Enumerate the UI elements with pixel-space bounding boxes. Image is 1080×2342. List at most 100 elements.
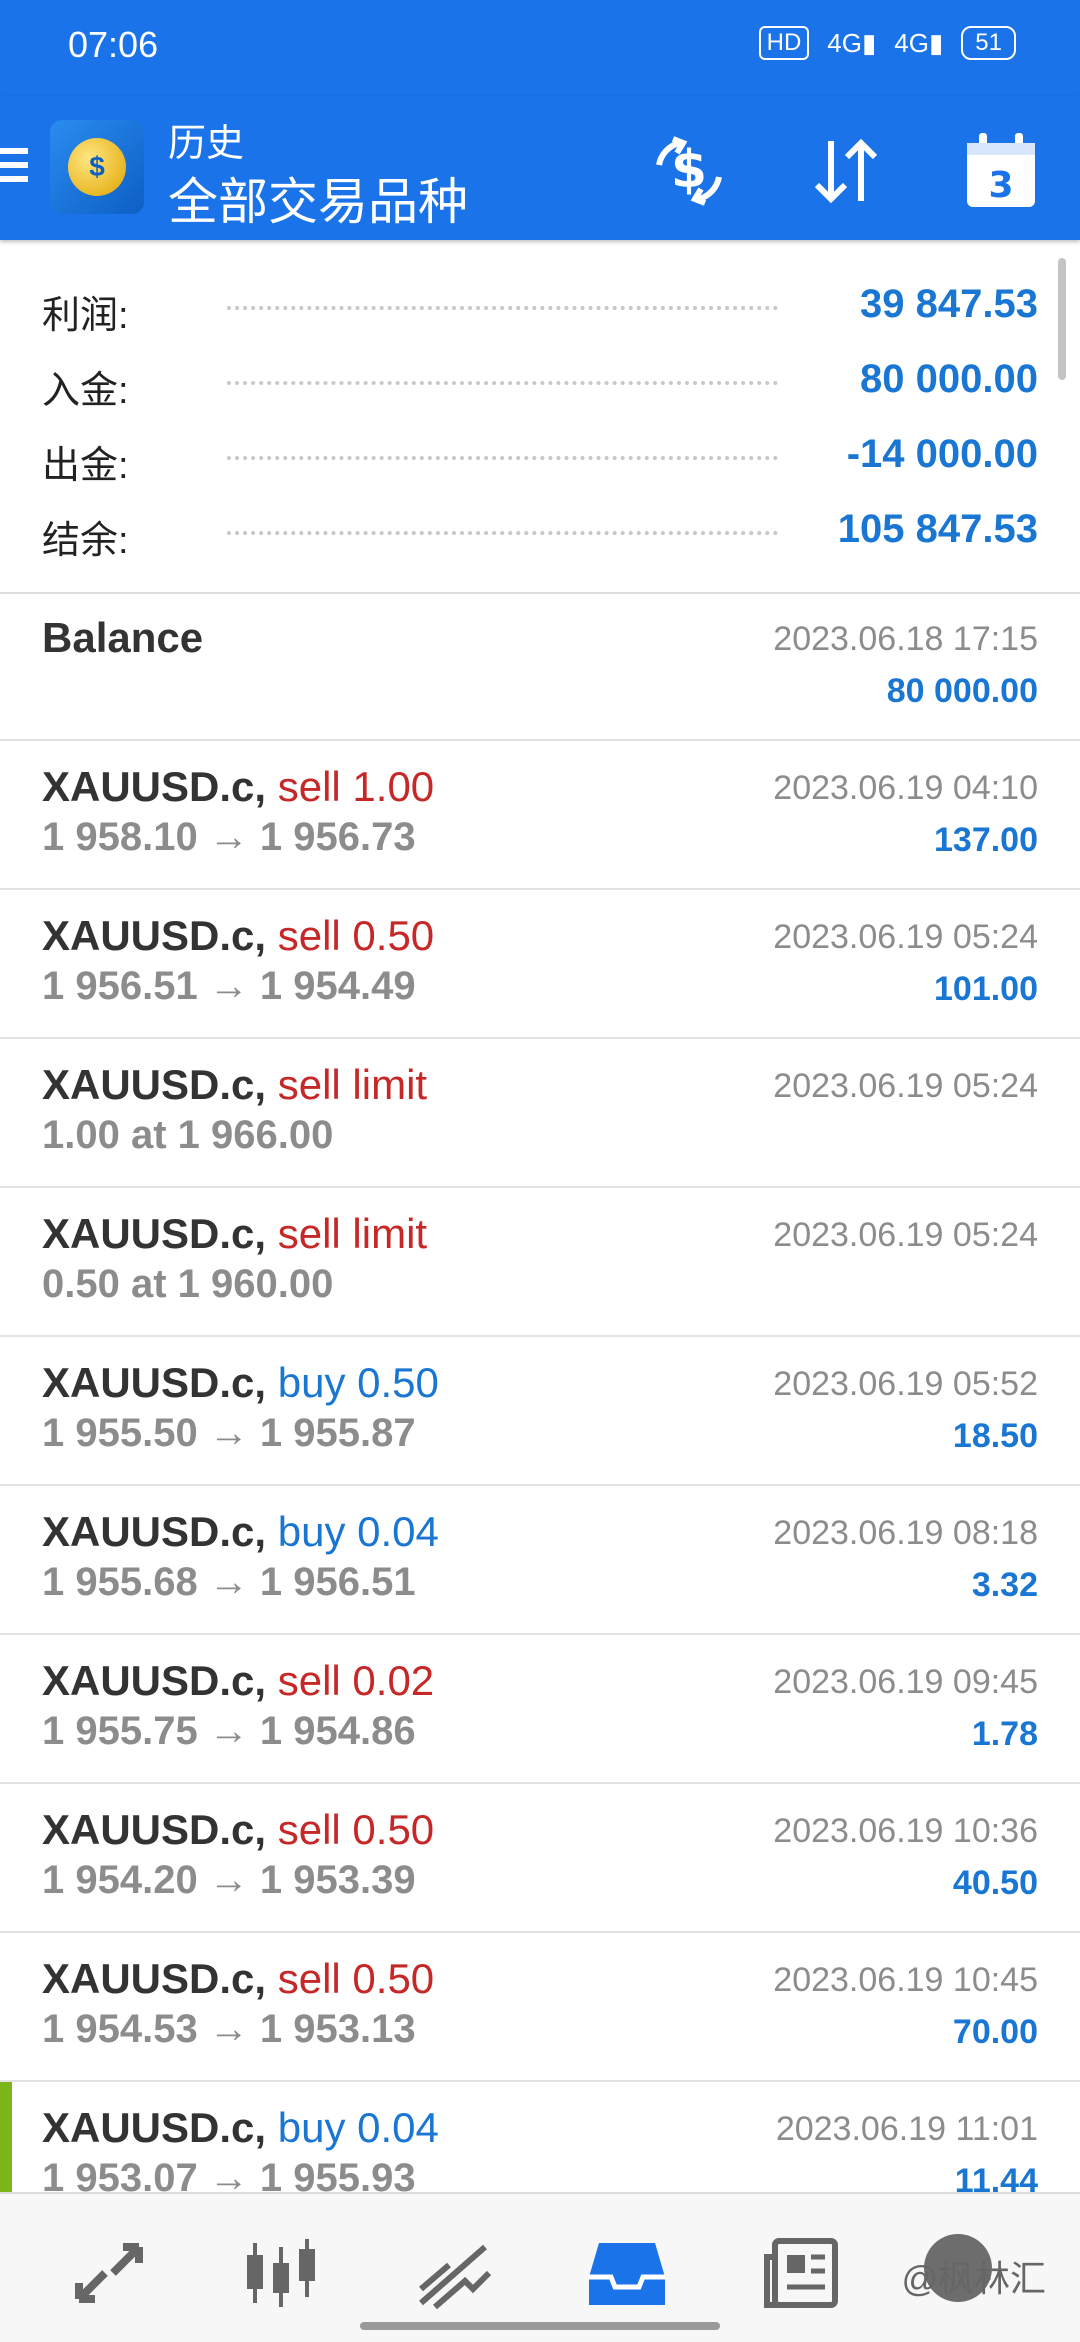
list-item[interactable]: XAUUSD.c, sell 0.02 1 955.75 → 1 954.86 … <box>0 1635 1080 1784</box>
record-title: XAUUSD.c, sell 0.50 <box>42 1806 434 1854</box>
record-action: sell 0.02 <box>277 1657 435 1704</box>
record-action: sell 0.50 <box>277 912 435 959</box>
page-subtitle: 历史 <box>168 123 245 165</box>
record-symbol: XAUUSD.c, <box>42 1061 267 1108</box>
summary-value: 39 847.53 <box>860 282 1038 326</box>
record-title: XAUUSD.c, buy 0.04 <box>42 2104 439 2152</box>
record-symbol: XAUUSD.c, <box>42 1210 267 1257</box>
summary-row-deposit: 入金: 80 000.00 <box>42 353 1038 413</box>
metatrader-logo[interactable]: $ <box>50 120 144 214</box>
list-item[interactable]: XAUUSD.c, sell 0.50 1 954.53 → 1 953.13 … <box>0 1933 1080 2082</box>
record-date: 2023.06.19 05:24 <box>773 1216 1038 1254</box>
record-action: sell 0.50 <box>277 1955 435 2002</box>
summary-value: 80 000.00 <box>860 357 1038 401</box>
summary-value: 105 847.53 <box>837 507 1038 551</box>
record-date: 2023.06.19 11:01 <box>775 2110 1038 2148</box>
record-detail: 1.00 at 1 966.00 <box>42 1113 334 1157</box>
list-item[interactable]: XAUUSD.c, sell 1.00 1 958.10 → 1 956.73 … <box>0 741 1080 890</box>
record-amount: 101.00 <box>934 970 1038 1008</box>
record-action: sell 0.50 <box>277 1806 435 1853</box>
record-detail: 1 958.10 → 1 956.73 <box>42 815 416 859</box>
battery-icon: 51 <box>961 26 1016 60</box>
record-detail: 1 955.68 → 1 956.51 <box>42 1560 416 1604</box>
list-item[interactable]: XAUUSD.c, buy 0.50 1 955.50 → 1 955.87 2… <box>0 1337 1080 1486</box>
dotted-leader <box>227 531 778 535</box>
list-item[interactable]: XAUUSD.c, sell limit 0.50 at 1 960.00 20… <box>0 1188 1080 1337</box>
scrollbar[interactable] <box>1058 258 1066 380</box>
summary-row-balance: 结余: 105 847.53 <box>42 503 1038 563</box>
record-detail: 1 954.20 → 1 953.39 <box>42 1858 416 1902</box>
record-date: 2023.06.19 05:24 <box>773 1067 1038 1105</box>
dotted-leader <box>227 381 778 385</box>
summary-row-profit: 利润: 39 847.53 <box>42 278 1038 338</box>
record-action: sell limit <box>277 1061 428 1108</box>
record-title: XAUUSD.c, buy 0.50 <box>42 1359 439 1407</box>
record-action: buy 0.50 <box>277 1359 439 1406</box>
record-title: XAUUSD.c, sell limit <box>42 1210 427 1258</box>
record-amount: 3.32 <box>971 1566 1038 1604</box>
calendar-day: 3 <box>988 165 1013 206</box>
trade-icon[interactable] <box>408 2228 498 2318</box>
dotted-leader <box>227 306 778 310</box>
list-item[interactable]: XAUUSD.c, sell 0.50 1 954.20 → 1 953.39 … <box>0 1784 1080 1933</box>
signal-1-label: 4G <box>827 28 862 58</box>
page-title[interactable]: 全部交易品种 <box>168 162 468 234</box>
home-indicator[interactable] <box>360 2322 720 2330</box>
status-time: 07:06 <box>68 24 159 65</box>
list-item[interactable]: XAUUSD.c, sell limit 1.00 at 1 966.00 20… <box>0 1039 1080 1188</box>
sort-icon[interactable] <box>804 130 886 212</box>
record-amount: 1.78 <box>971 1715 1038 1753</box>
summary-panel: 利润: 39 847.53 入金: 80 000.00 出金: -14 000.… <box>0 240 1080 594</box>
record-detail: 0.50 at 1 960.00 <box>42 1262 334 1306</box>
quotes-icon[interactable] <box>64 2228 154 2318</box>
list-item-balance[interactable]: Balance 2023.06.18 17:15 80 000.00 <box>0 592 1080 741</box>
record-symbol: XAUUSD.c, <box>42 763 267 810</box>
dotted-leader <box>227 456 778 460</box>
summary-label: 出金: <box>42 445 129 487</box>
summary-label: 入金: <box>42 370 129 412</box>
record-action: buy 0.04 <box>277 1508 439 1555</box>
record-date: 2023.06.19 09:45 <box>773 1663 1038 1701</box>
record-amount: 18.50 <box>952 1417 1038 1455</box>
hd-badge: HD <box>758 26 810 60</box>
history-list: Balance 2023.06.18 17:15 80 000.00 XAUUS… <box>0 592 1080 2231</box>
record-symbol: XAUUSD.c, <box>42 1508 267 1555</box>
record-symbol: XAUUSD.c, <box>42 2104 267 2151</box>
record-amount: 80 000.00 <box>886 672 1038 710</box>
list-item[interactable]: XAUUSD.c, buy 0.04 1 955.68 → 1 956.51 2… <box>0 1486 1080 1635</box>
list-item[interactable]: XAUUSD.c, sell 0.50 1 956.51 → 1 954.49 … <box>0 890 1080 1039</box>
summary-row-withdrawal: 出金: -14 000.00 <box>42 428 1038 488</box>
signal-4g-icon-2: 4G▮ <box>894 28 944 58</box>
chart-icon[interactable] <box>236 2228 326 2318</box>
record-date: 2023.06.19 05:52 <box>773 1365 1038 1403</box>
record-title: XAUUSD.c, sell 1.00 <box>42 763 434 811</box>
summary-label: 结余: <box>42 520 129 562</box>
app-bar: $ 历史 全部交易品种 $ 3 <box>0 96 1080 240</box>
record-symbol: XAUUSD.c, <box>42 1657 267 1704</box>
record-date: 2023.06.19 04:10 <box>773 769 1038 807</box>
record-amount: 40.50 <box>952 1864 1038 1902</box>
record-detail: 1 954.53 → 1 953.13 <box>42 2007 416 2051</box>
news-icon[interactable] <box>756 2228 846 2318</box>
record-action: sell limit <box>277 1210 428 1257</box>
status-icons: HD 4G▮ 4G▮ 51 <box>758 26 1016 60</box>
signal-4g-icon: 4G▮ <box>827 28 877 58</box>
record-action: buy 0.04 <box>277 2104 439 2151</box>
record-amount: 137.00 <box>934 821 1038 859</box>
record-title: XAUUSD.c, sell 0.02 <box>42 1657 434 1705</box>
signal-2-label: 4G <box>894 28 929 58</box>
record-date: 2023.06.19 05:24 <box>773 918 1038 956</box>
record-detail: 1 956.51 → 1 954.49 <box>42 964 416 1008</box>
record-title: XAUUSD.c, sell limit <box>42 1061 427 1109</box>
hamburger-menu-icon[interactable] <box>0 148 28 188</box>
record-date: 2023.06.19 08:18 <box>773 1514 1038 1552</box>
record-symbol: XAUUSD.c, <box>42 1955 267 2002</box>
dollar-exchange-icon[interactable]: $ <box>648 130 730 212</box>
record-title: XAUUSD.c, sell 0.50 <box>42 912 434 960</box>
record-action: sell 1.00 <box>277 763 435 810</box>
record-amount: 70.00 <box>952 2013 1038 2051</box>
calendar-icon[interactable]: 3 <box>960 130 1042 212</box>
history-icon[interactable] <box>582 2228 672 2318</box>
summary-value: -14 000.00 <box>846 432 1038 476</box>
summary-label: 利润: <box>42 295 129 337</box>
